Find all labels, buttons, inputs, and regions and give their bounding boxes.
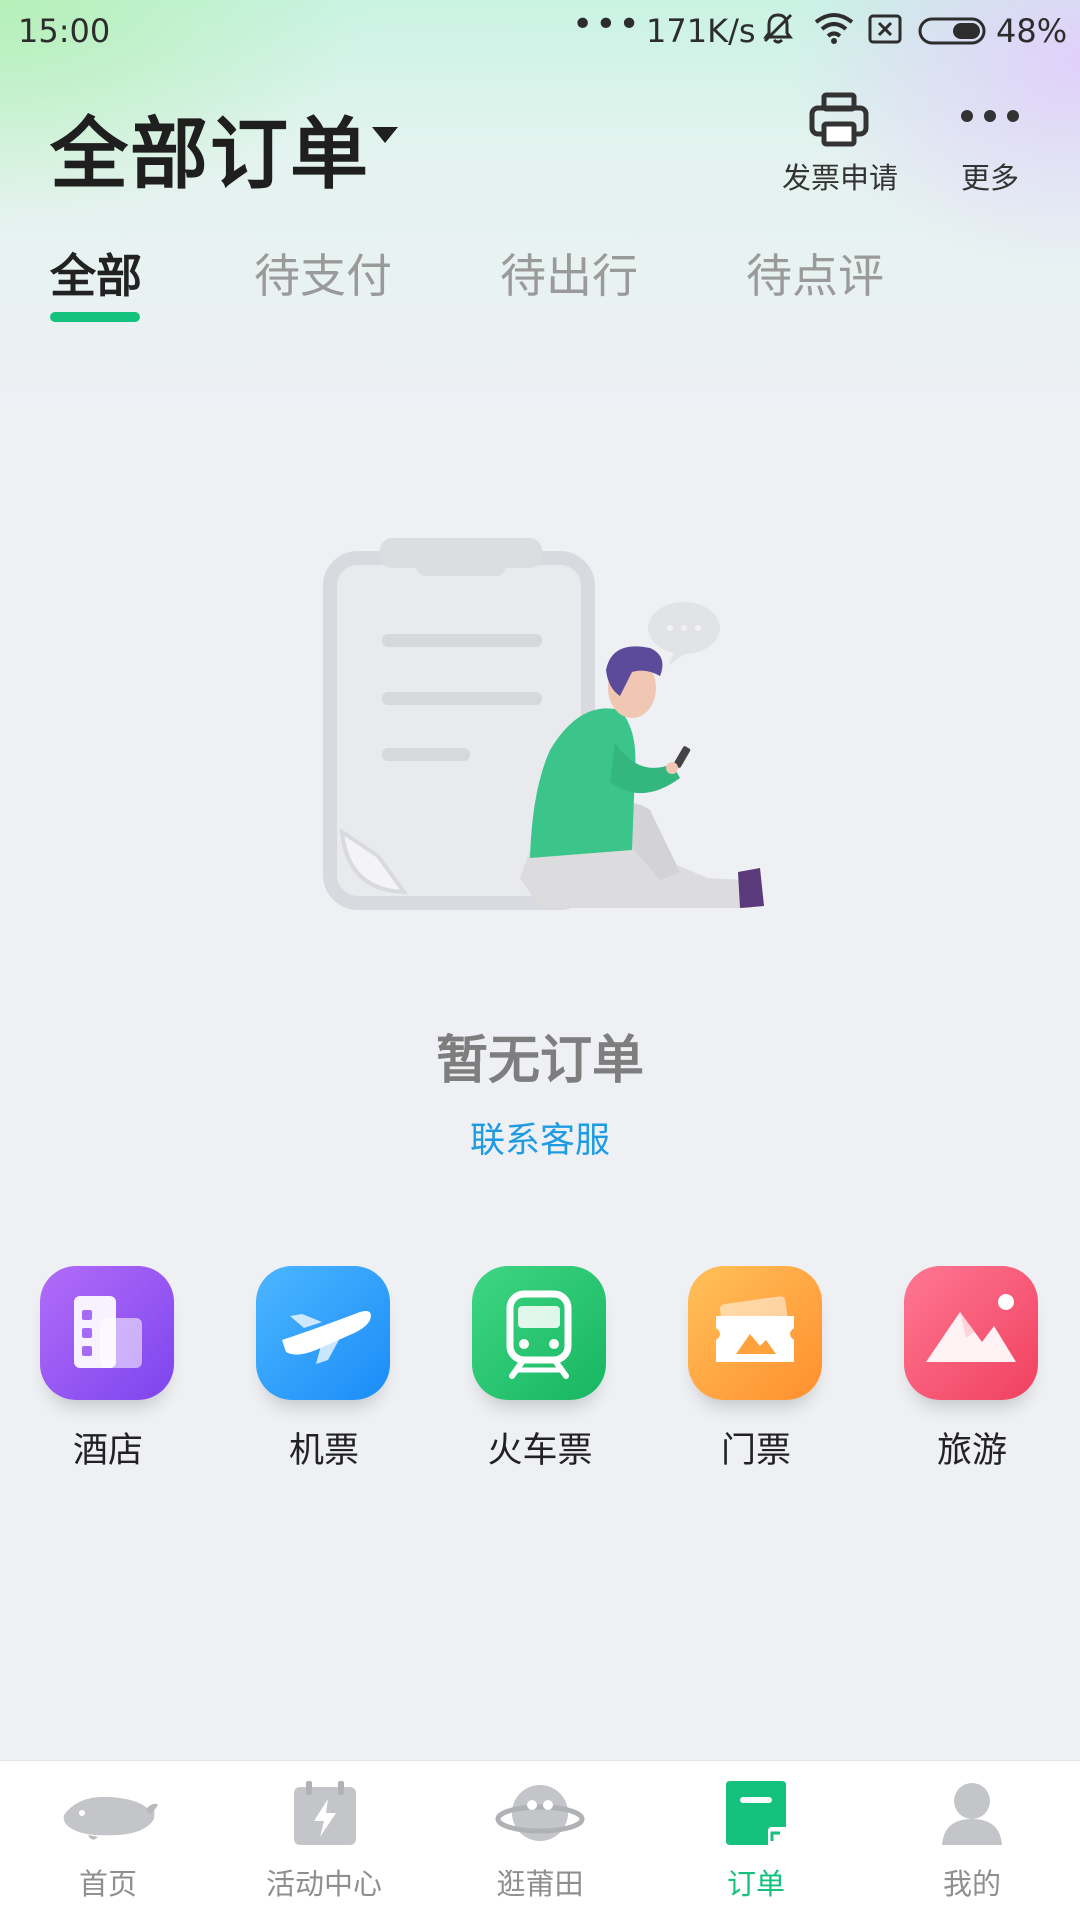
nav-item-activity-center[interactable]: 活动中心: [216, 1761, 432, 1921]
nav-label: 首页: [78, 1867, 137, 1901]
category-flight[interactable]: 机票: [256, 1266, 392, 1473]
invoice-label: 发票申请: [781, 161, 898, 195]
printer-icon: [809, 92, 869, 147]
calendar-bolt-icon: [294, 1781, 356, 1845]
nav-item-profile[interactable]: 我的: [864, 1761, 1080, 1921]
category-label: 酒店: [72, 1431, 143, 1471]
person-icon: [942, 1783, 1002, 1845]
empty-orders-illustration: [323, 538, 764, 910]
status-more-dots: •••: [572, 4, 642, 45]
more-dots-icon: [961, 110, 1019, 122]
contact-support-link[interactable]: 联系客服: [0, 1112, 1080, 1163]
tab-pending-review[interactable]: 待点评: [746, 240, 884, 306]
planet-icon: [495, 1785, 585, 1841]
nav-item-orders[interactable]: 订单: [648, 1761, 864, 1921]
category-label: 门票: [720, 1431, 791, 1471]
plane-icon: [256, 1266, 390, 1400]
tab-pending-payment[interactable]: 待支付: [254, 240, 392, 306]
status-net-speed: 171K/s: [646, 12, 756, 50]
hotel-icon: [40, 1266, 174, 1400]
nav-label: 订单: [726, 1867, 785, 1901]
caret-down-icon[interactable]: [372, 127, 398, 143]
battery-icon: [918, 17, 986, 45]
no-sim-icon: [868, 14, 902, 44]
nav-item-explore-putian[interactable]: 逛莆田: [432, 1761, 648, 1921]
train-icon: [472, 1266, 606, 1400]
category-label: 火车票: [487, 1431, 593, 1471]
page-title[interactable]: 全部订单: [50, 92, 370, 204]
nav-label: 活动中心: [265, 1867, 382, 1901]
status-battery-percent: 48%: [996, 12, 1068, 50]
category-label: 机票: [288, 1431, 359, 1471]
ticket-icon: [688, 1266, 822, 1400]
tab-all[interactable]: 全部: [50, 240, 142, 306]
status-time: 15:00: [18, 12, 111, 50]
mute-icon: [763, 13, 793, 44]
category-travel[interactable]: 旅游: [904, 1266, 1040, 1473]
category-ticket[interactable]: 门票: [688, 1266, 824, 1473]
wifi-icon: [814, 13, 854, 44]
tab-active-indicator: [50, 312, 140, 322]
category-train[interactable]: 火车票: [472, 1266, 608, 1473]
invoice-button[interactable]: 发票申请: [772, 88, 908, 198]
header-gradient-background: [0, 0, 1080, 420]
more-button[interactable]: 更多: [946, 88, 1034, 198]
empty-orders-title: 暂无订单: [435, 1031, 644, 1091]
nav-item-home[interactable]: 首页: [0, 1761, 216, 1921]
tab-pending-travel[interactable]: 待出行: [500, 240, 638, 306]
nav-label: 逛莆田: [496, 1867, 584, 1901]
nav-label: 我的: [942, 1867, 1001, 1901]
more-label: 更多: [960, 161, 1019, 195]
category-hotel[interactable]: 酒店: [40, 1266, 176, 1473]
bottom-nav: 首页 活动中心 逛莆田 订单 我的: [0, 1760, 1080, 1921]
whale-icon: [63, 1796, 158, 1840]
category-label: 旅游: [936, 1431, 1007, 1471]
order-icon: [726, 1781, 786, 1845]
status-bar: 15:00 ••• 171K/s 48%: [0, 0, 1080, 62]
travel-icon: [904, 1266, 1038, 1400]
